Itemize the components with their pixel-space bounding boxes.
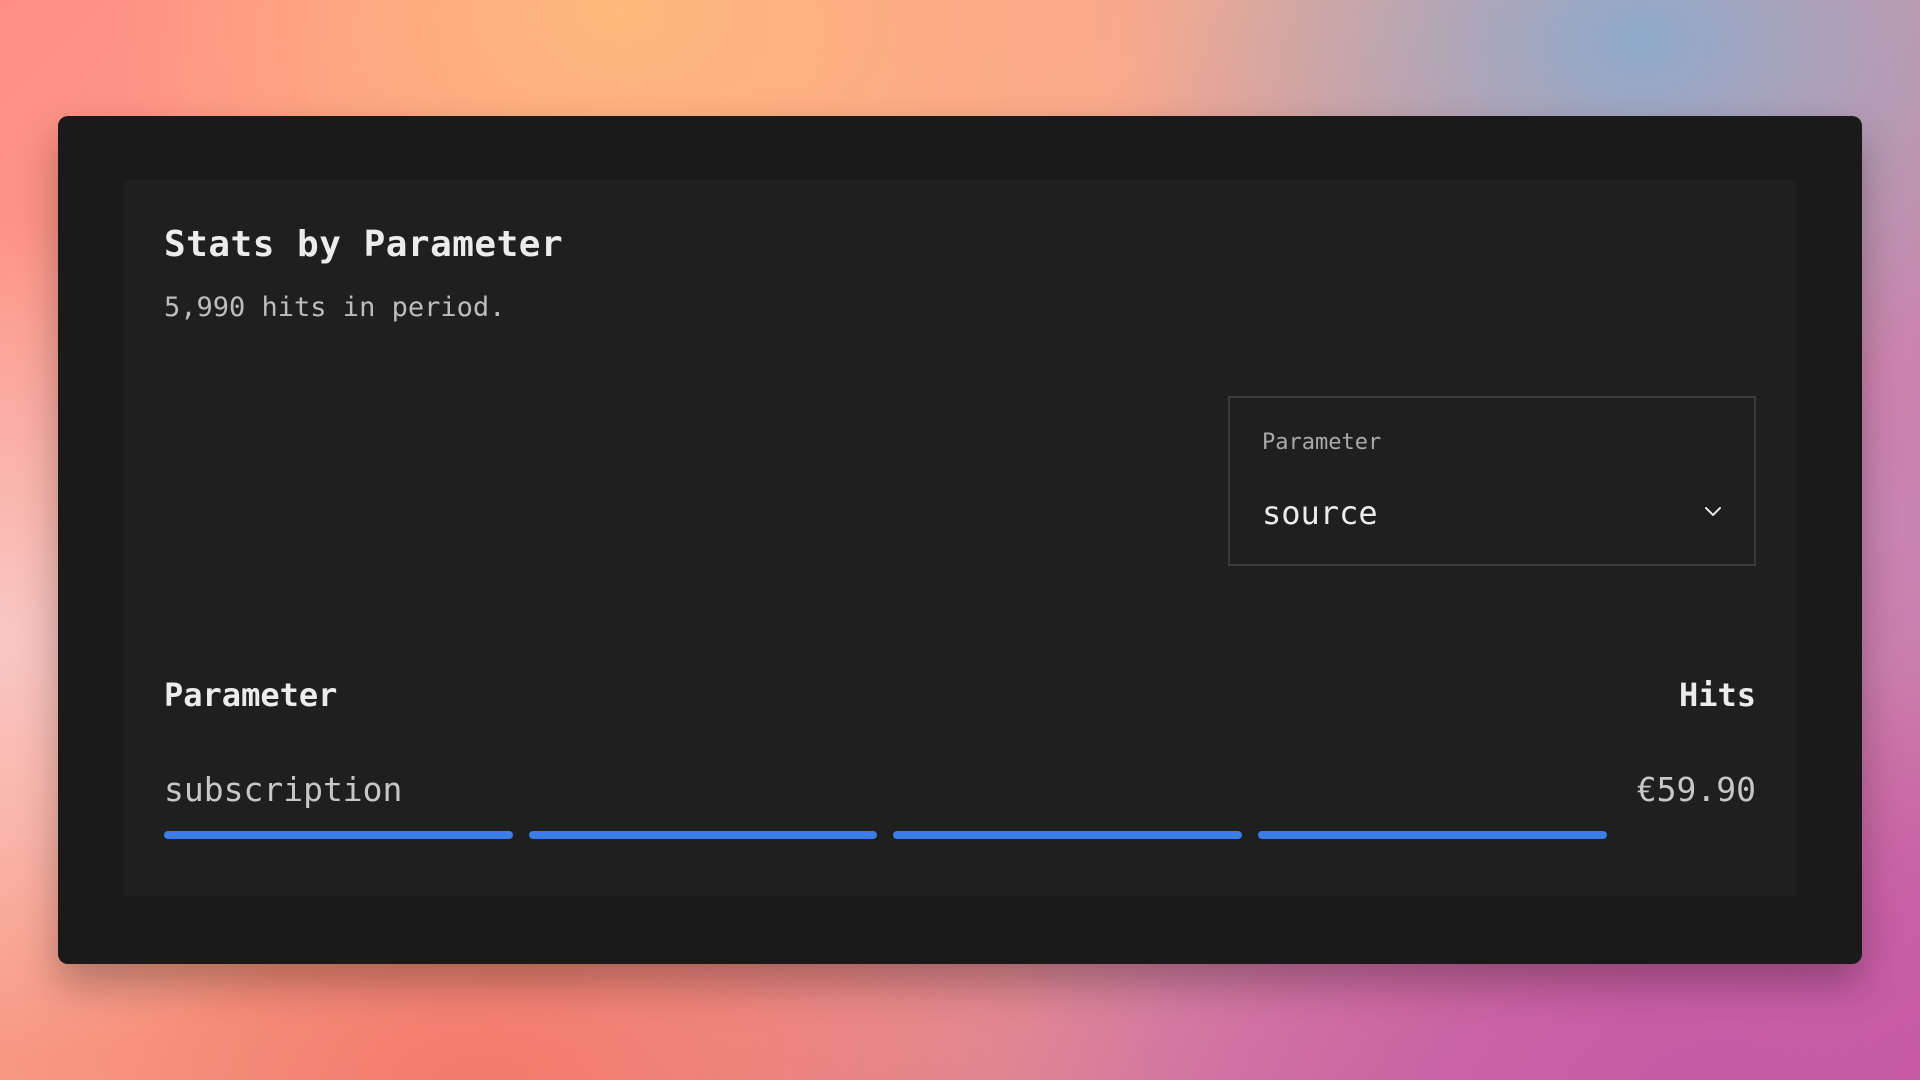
hits-bar-segment	[1258, 831, 1607, 839]
parameter-select-value: source	[1262, 494, 1378, 532]
stats-card: Stats by Parameter 5,990 hits in period.…	[124, 180, 1796, 896]
parameter-select-label: Parameter	[1262, 430, 1382, 455]
hits-bar-segment	[528, 831, 878, 839]
column-header-parameter[interactable]: Parameter	[164, 676, 337, 714]
card-title: Stats by Parameter	[164, 224, 564, 265]
chevron-down-icon	[1705, 507, 1721, 516]
hits-bar	[164, 831, 1678, 839]
hits-summary: 5,990 hits in period.	[164, 292, 506, 323]
row-parameter-name: subscription	[164, 770, 403, 809]
hits-bar-segment	[164, 831, 513, 839]
app-window: Stats by Parameter 5,990 hits in period.…	[58, 116, 1862, 964]
hits-bar-segment	[893, 831, 1243, 839]
column-header-hits[interactable]: Hits	[1679, 676, 1756, 714]
parameter-select[interactable]: Parameter source	[1228, 396, 1756, 566]
row-hits-value: €59.90	[1636, 770, 1756, 809]
